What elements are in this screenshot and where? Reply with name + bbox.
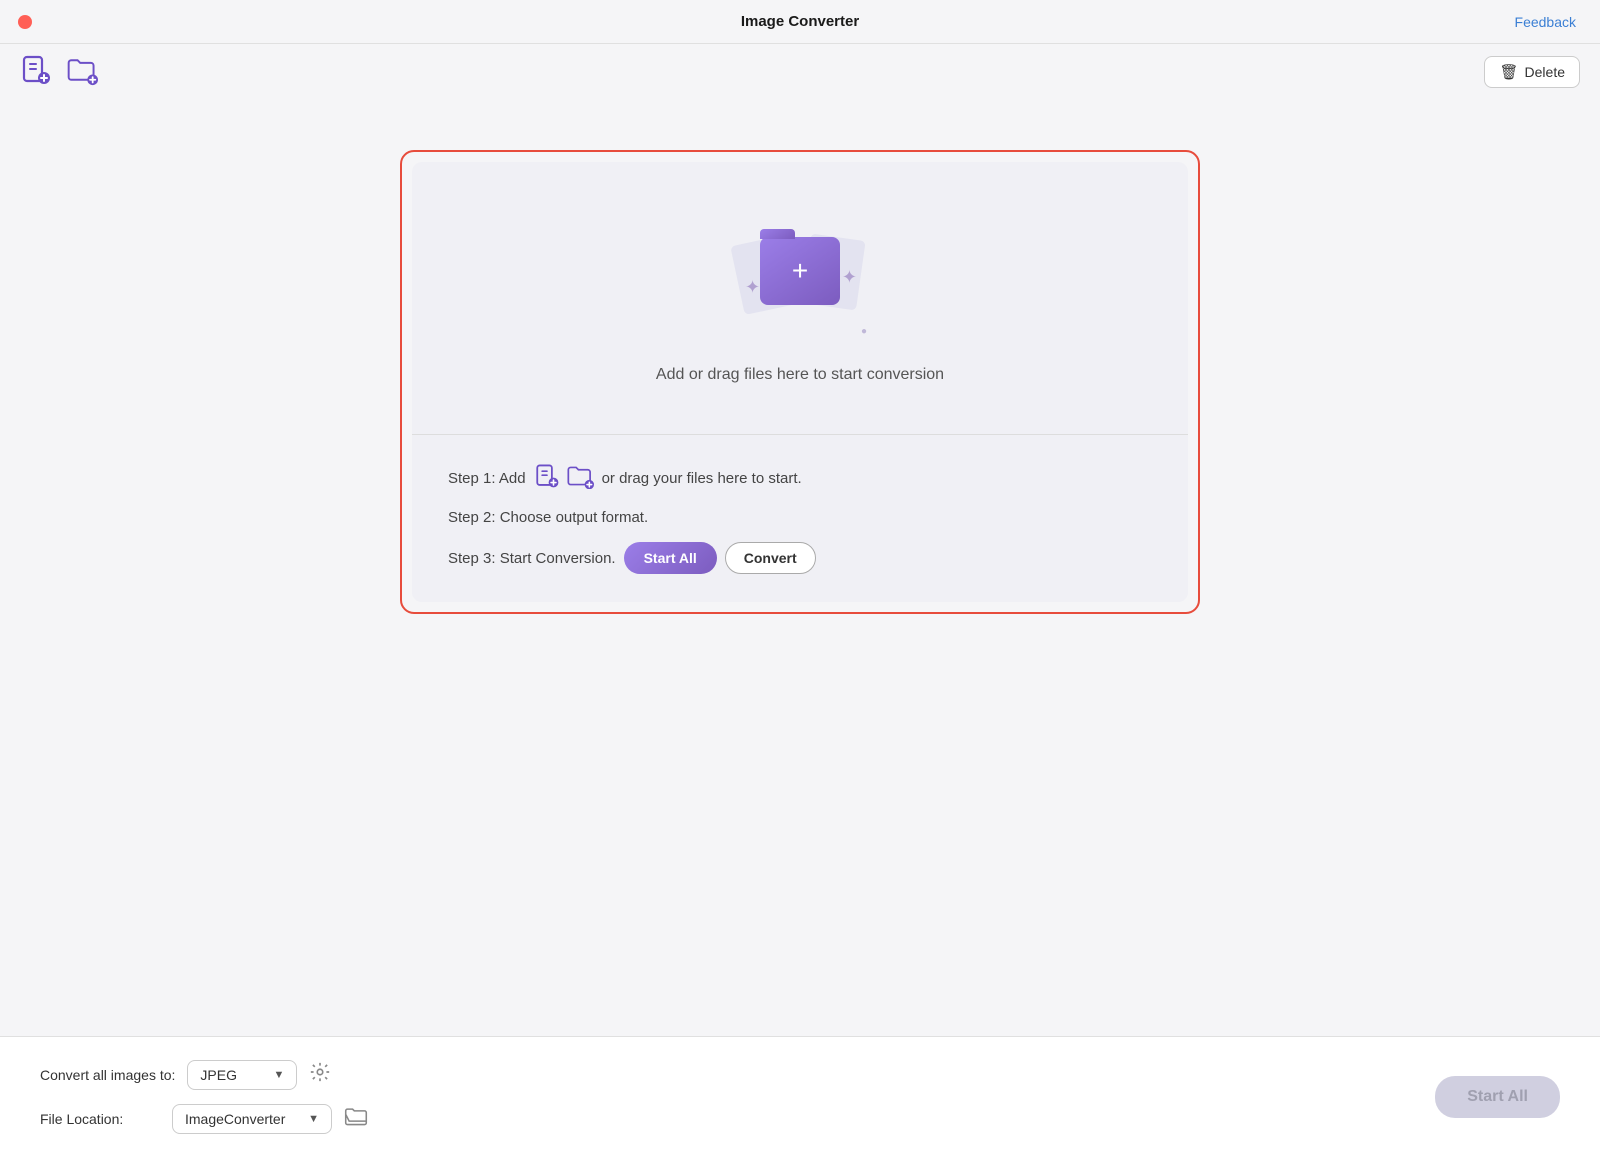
chevron-down-icon-location: ▼ [308, 1113, 319, 1125]
start-all-button[interactable]: Start All [624, 542, 717, 574]
format-value: JPEG [200, 1067, 237, 1083]
folder-icon: + [760, 237, 840, 305]
add-file-button[interactable] [20, 54, 52, 91]
step-2: Step 2: Choose output format. [448, 509, 1152, 526]
folder-illustration: + ✦ ✦ ● [725, 222, 875, 342]
convert-all-label: Convert all images to: [40, 1067, 175, 1083]
step-3-text: Step 3: Start Conversion. [448, 550, 616, 567]
add-folder-icon-small[interactable] [566, 463, 594, 493]
settings-icon[interactable] [309, 1061, 331, 1088]
convert-all-row: Convert all images to: JPEG ▼ [40, 1060, 368, 1090]
delete-button[interactable]: 🗑 Delete [1484, 56, 1580, 88]
file-location-row: File Location: ImageConverter ▼ [40, 1104, 368, 1134]
delete-icon: 🗑 [1499, 63, 1518, 81]
sparkle-icon: ✦ [745, 277, 760, 298]
step-1-suffix: or drag your files here to start. [602, 470, 802, 487]
chevron-down-icon: ▼ [274, 1069, 285, 1081]
toolbar-left [20, 54, 98, 91]
format-dropdown[interactable]: JPEG ▼ [187, 1060, 297, 1090]
close-button[interactable] [18, 15, 32, 29]
toolbar: 🗑 Delete [0, 44, 1600, 100]
delete-label: Delete [1525, 64, 1565, 80]
add-file-icon-small[interactable] [534, 463, 560, 493]
feedback-link[interactable]: Feedback [1515, 14, 1576, 30]
convert-button[interactable]: Convert [725, 542, 816, 574]
open-folder-icon[interactable] [344, 1105, 368, 1133]
bottom-bar: Convert all images to: JPEG ▼ File Locat… [0, 1036, 1600, 1156]
location-dropdown[interactable]: ImageConverter ▼ [172, 1104, 332, 1134]
main-content: + ✦ ✦ ● Add or drag files here to start … [0, 100, 1600, 634]
upload-instruction: Add or drag files here to start conversi… [656, 366, 944, 384]
bottom-left: Convert all images to: JPEG ▼ File Locat… [40, 1060, 368, 1134]
app-title: Image Converter [741, 13, 859, 30]
sparkle-icon-2: ✦ [842, 267, 857, 288]
steps-area: Step 1: Add [412, 435, 1188, 602]
drop-zone-inner: + ✦ ✦ ● Add or drag files here to start … [412, 162, 1188, 602]
dot-decoration: ● [861, 326, 867, 337]
step-3: Step 3: Start Conversion. Start All Conv… [448, 542, 1152, 574]
location-value: ImageConverter [185, 1111, 285, 1127]
drop-zone-outer: + ✦ ✦ ● Add or drag files here to start … [400, 150, 1200, 614]
upload-area[interactable]: + ✦ ✦ ● Add or drag files here to start … [412, 162, 1188, 435]
add-folder-button[interactable] [66, 54, 98, 91]
file-location-label: File Location: [40, 1111, 160, 1127]
start-all-bottom-button[interactable]: Start All [1435, 1076, 1560, 1118]
step-1: Step 1: Add [448, 463, 1152, 493]
step-1-text: Step 1: Add [448, 470, 526, 487]
title-bar: Image Converter Feedback [0, 0, 1600, 44]
step-1-icons [534, 463, 594, 493]
step-2-text: Step 2: Choose output format. [448, 509, 648, 526]
